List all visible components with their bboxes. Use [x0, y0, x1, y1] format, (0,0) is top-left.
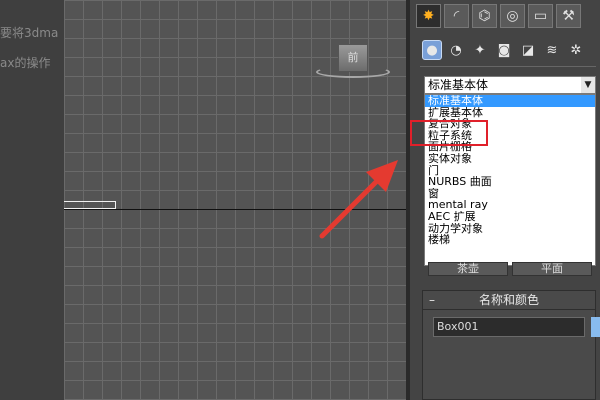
display-tab-glyph: ▭	[533, 8, 548, 24]
plane-button[interactable]: 平面	[512, 262, 592, 276]
helpers-glyph: ◪	[521, 42, 535, 58]
category-dropdown[interactable]: 标准基本体 ▼	[424, 76, 596, 94]
dropdown-option-standard-primitives[interactable]: 标准基本体	[425, 95, 595, 107]
box-object-outline[interactable]	[64, 201, 116, 209]
teapot-button[interactable]: 茶壶	[428, 262, 508, 276]
dropdown-option-dynamics-objects[interactable]: 动力学对象	[425, 223, 595, 235]
hierarchy-tab-icon[interactable]: ⌬	[472, 4, 497, 28]
geometry-glyph: ●	[426, 42, 438, 58]
utilities-tab-icon[interactable]: ⚒	[556, 4, 581, 28]
display-tab-icon[interactable]: ▭	[528, 4, 553, 28]
panel-divider	[420, 66, 596, 67]
shapes-icon[interactable]: ◔	[446, 40, 466, 60]
cameras-icon[interactable]: ◙	[494, 40, 514, 60]
collapse-icon[interactable]: –	[429, 291, 435, 309]
document-text-strip: 要将3dma ax的操作	[0, 0, 64, 400]
dropdown-option-nurbs-surfaces[interactable]: NURBS 曲面	[425, 176, 595, 188]
rollout-title: 名称和颜色	[478, 293, 539, 307]
systems-glyph: ✲	[570, 42, 582, 58]
utilities-tab-glyph: ⚒	[562, 8, 575, 24]
cameras-glyph: ◙	[497, 42, 511, 58]
geometry-icon[interactable]: ●	[422, 40, 442, 60]
highlight-annotation-box	[410, 120, 488, 146]
object-color-swatch[interactable]	[591, 317, 600, 337]
create-tab-icon[interactable]: ✸	[416, 4, 441, 28]
spacewarps-icon[interactable]: ≋	[542, 40, 562, 60]
hierarchy-tab-glyph: ⌬	[478, 8, 491, 24]
motion-tab-icon[interactable]: ◎	[500, 4, 525, 28]
modify-tab-glyph: ◜	[453, 8, 460, 24]
document-text-line: 要将3dma	[0, 26, 59, 40]
viewcube-face-label: 前	[347, 51, 359, 64]
dropdown-option-solid-objects[interactable]: 实体对象	[425, 153, 595, 165]
dropdown-option-stairs[interactable]: 楼梯	[425, 234, 595, 246]
dropdown-option-extended-primitives[interactable]: 扩展基本体	[425, 107, 595, 119]
object-type-tabs: ● ◔ ✦ ◙ ◪ ≋ ✲	[422, 40, 586, 60]
object-name-field[interactable]: Box001	[433, 317, 585, 337]
rollout-header[interactable]: – 名称和颜色	[423, 291, 595, 310]
create-tab-glyph: ✸	[422, 8, 435, 24]
dropdown-option-aec-extended[interactable]: AEC 扩展	[425, 211, 595, 223]
shapes-glyph: ◔	[450, 42, 462, 58]
category-dropdown-value: 标准基本体	[428, 78, 489, 92]
dropdown-option-doors[interactable]: 门	[425, 165, 595, 177]
motion-tab-glyph: ◎	[506, 8, 519, 24]
command-panel: ✸ ◜ ⌬ ◎ ▭ ⚒ ● ◔ ✦ ◙ ◪ ≋ ✲ 标准基本体 ▼ 标准基本体 …	[406, 0, 600, 400]
dropdown-option-windows[interactable]: 窗	[425, 188, 595, 200]
command-panel-tabs: ✸ ◜ ⌬ ◎ ▭ ⚒	[416, 4, 581, 30]
lights-icon[interactable]: ✦	[470, 40, 490, 60]
annotation-arrow-icon	[319, 160, 398, 239]
lights-glyph: ✦	[474, 42, 486, 58]
helpers-icon[interactable]: ◪	[518, 40, 538, 60]
dropdown-option-mental-ray[interactable]: mental ray	[425, 199, 595, 211]
document-text-line: ax的操作	[0, 56, 51, 70]
modify-tab-icon[interactable]: ◜	[444, 4, 469, 28]
chevron-down-icon[interactable]: ▼	[581, 77, 595, 93]
name-and-color-rollout: – 名称和颜色 Box001	[422, 290, 600, 400]
systems-icon[interactable]: ✲	[566, 40, 586, 60]
object-type-buttons: 茶壶 平面	[428, 262, 592, 276]
spacewarps-glyph: ≋	[546, 42, 558, 58]
viewcube-ring-icon[interactable]	[316, 66, 390, 78]
